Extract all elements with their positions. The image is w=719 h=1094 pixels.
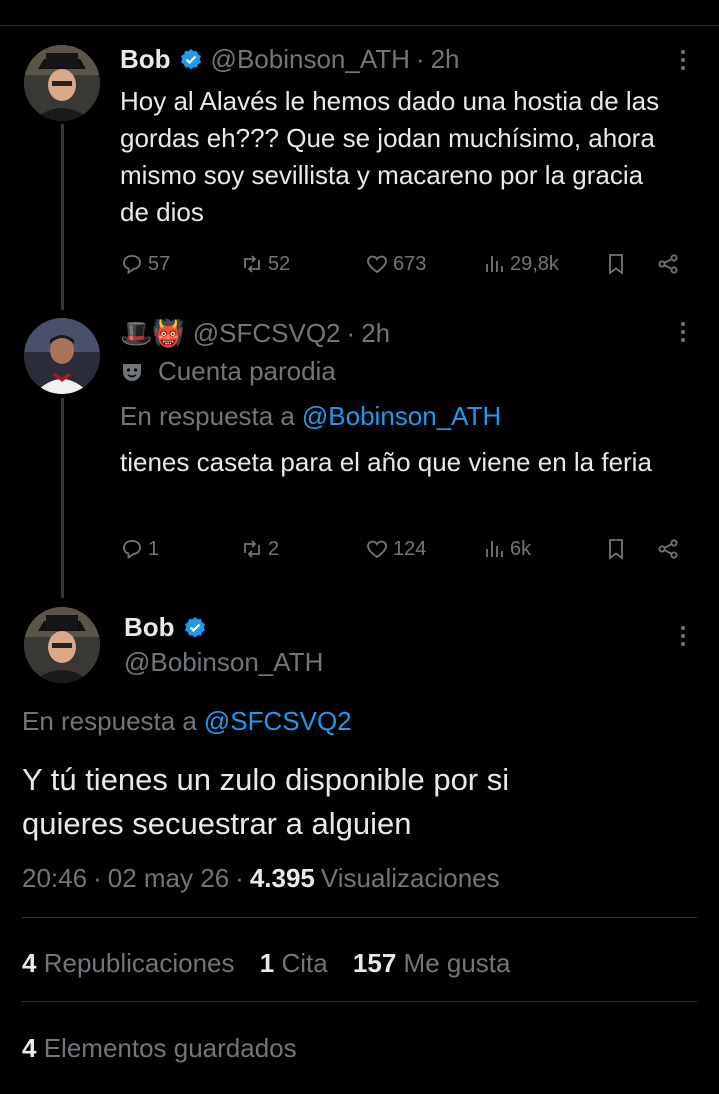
share-button[interactable] [656,252,680,276]
share-icon [658,539,678,559]
divider [22,1001,697,1002]
like-icon [367,255,387,274]
reply-prefix: En respuesta a [22,706,197,736]
timestamp[interactable]: 2h [431,44,460,75]
repost-count: 2 [268,537,280,560]
parody-label-text: Cuenta parodia [158,356,336,386]
reposts-label: Republicaciones [43,948,235,978]
views-label: Visualizaciones [320,863,500,893]
share-button[interactable] [656,537,680,561]
views-icon [486,256,503,272]
bookmark-button[interactable] [604,537,628,561]
like-icon [367,540,387,559]
separator-dot: · [346,318,356,348]
tweet-meta: 20:46 · 02 may 26 · 4.395 Visualizacione… [22,863,500,894]
views-count: 29,8k [510,252,559,275]
views-button[interactable]: 6k [482,537,531,561]
bookmark-button[interactable] [604,252,628,276]
parody-label: Cuenta parodia [120,356,336,387]
display-name[interactable]: 🎩👹 [120,318,185,349]
reply-count: 1 [148,537,160,560]
like-button[interactable]: 124 [365,537,426,561]
tweet-header: Bob @Bobinson_ATH · 2h [120,44,459,75]
handle[interactable]: @Bobinson_ATH [124,647,323,678]
tweet-text: tienes caseta para el año que viene en l… [120,447,652,477]
post-time[interactable]: 20:46 [22,863,87,894]
views-button[interactable]: 29,8k [482,252,559,276]
divider [22,917,697,918]
verified-icon [180,48,201,69]
reply-button[interactable]: 1 [120,537,159,561]
likes-stat[interactable]: 157 Me gusta [353,948,511,978]
separator-dot: · [235,863,244,893]
like-button[interactable]: 673 [365,252,426,276]
repost-icon [244,255,260,273]
tweet-actions: 57 52 673 29,8k [120,252,689,282]
bookmarks-count: 4 [22,1033,37,1063]
handle[interactable]: @Bobinson_ATH [211,44,410,75]
reply-context: En respuesta a @Bobinson_ATH [120,401,501,432]
separator-dot: · [93,863,102,893]
avatar[interactable] [24,318,100,394]
thread-line [61,124,64,310]
reposts-count: 4 [22,948,37,978]
repost-button[interactable]: 52 [240,252,290,276]
display-name[interactable]: Bob [124,612,175,643]
quotes-stat[interactable]: 1 Cita [260,948,328,978]
reply-icon [123,540,141,560]
quotes-count: 1 [259,948,275,978]
repost-count: 52 [268,252,291,275]
reply-to-link[interactable]: @SFCSVQ2 [204,706,352,737]
tweet-header: Bob [124,612,215,643]
quotes-label: Cita [281,948,328,978]
views-count: 4.395 [249,863,315,893]
bookmark-icon [609,254,623,275]
separator-dot: · [415,44,425,74]
repost-button[interactable]: 2 [240,537,279,561]
handle-row: @Bobinson_ATH [124,647,323,678]
reply-count: 57 [148,252,171,275]
thread-line [61,398,64,598]
repost-icon [244,540,260,558]
views-icon [486,541,503,557]
avatar[interactable] [24,607,100,683]
engagement-stats: 4 Republicaciones 1 Cita 157 Me gusta [22,948,511,979]
timestamp[interactable]: 2h [361,318,390,349]
tweet-header: 🎩👹 @SFCSVQ2 · 2h [120,318,390,349]
parody-mask-icon [123,363,141,381]
tweet-text: Hoy al Alavés le hemos dado una hostia d… [120,86,660,227]
reply-icon [123,255,141,275]
like-count: 124 [393,537,427,560]
reposts-stat[interactable]: 4 Republicaciones [22,948,235,978]
reply-prefix: En respuesta a [120,401,295,431]
reply-to-link[interactable]: @Bobinson_ATH [302,401,501,432]
share-icon [658,254,678,274]
likes-label: Me gusta [403,948,511,978]
bookmarks-stat[interactable]: 4 Elementos guardados [22,1033,297,1064]
more-icon[interactable] [679,322,687,346]
bookmark-icon [609,539,623,560]
tweet-actions: 1 2 124 6k [120,537,689,567]
reply-context: En respuesta a @SFCSVQ2 [22,706,352,737]
tweet-text: Y tú tienes un zulo disponible por si qu… [22,762,510,841]
like-count: 673 [393,252,427,275]
avatar[interactable] [24,45,100,121]
top-divider [0,25,719,26]
reply-button[interactable]: 57 [120,252,170,276]
views-count: 6k [510,537,532,560]
post-date[interactable]: 02 may 26 [108,863,229,894]
bookmarks-label: Elementos guardados [43,1033,297,1063]
more-icon[interactable] [679,50,687,74]
verified-icon [184,616,205,637]
handle[interactable]: @SFCSVQ2 [193,318,341,349]
display-name[interactable]: Bob [120,44,171,75]
more-icon[interactable] [679,626,687,650]
likes-count: 157 [352,948,397,978]
